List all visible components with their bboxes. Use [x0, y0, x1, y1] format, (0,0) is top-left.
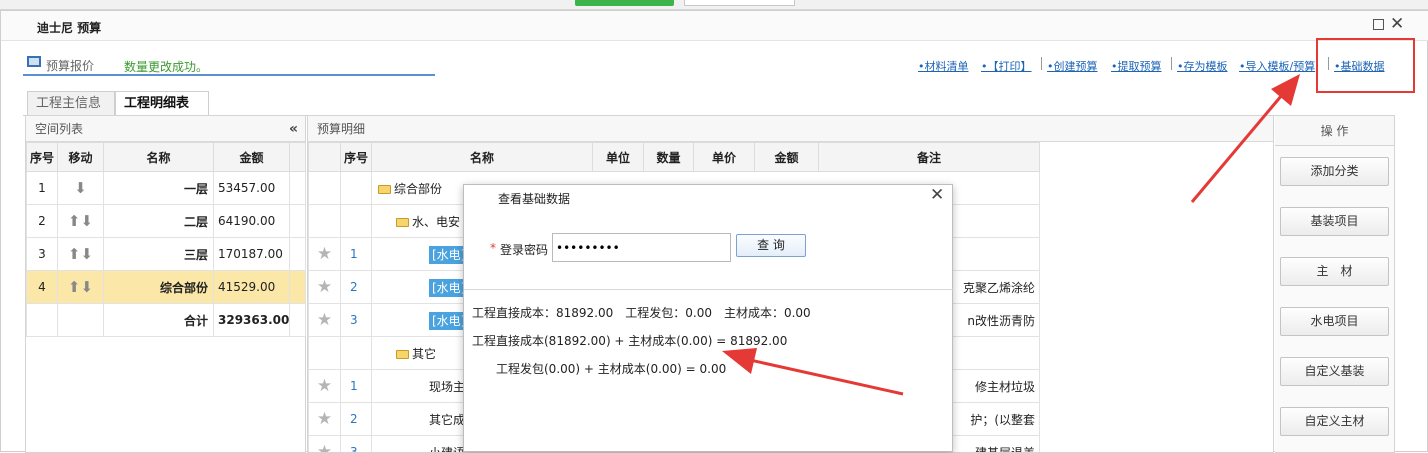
- annotation-arrow-to-formula: [722, 348, 903, 394]
- annotation-arrow-to-base-data: [1192, 74, 1300, 202]
- annotation-arrows: [0, 0, 1428, 452]
